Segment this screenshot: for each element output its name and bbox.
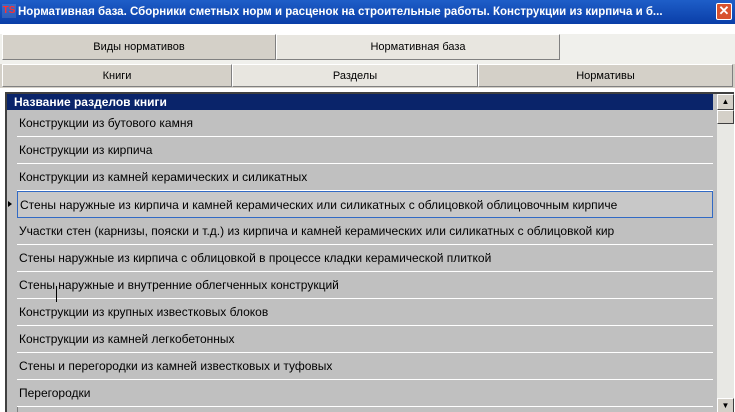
scroll-down-button[interactable]: ▼ — [717, 398, 734, 412]
tab-normativy[interactable]: Нормативы — [478, 64, 733, 87]
sub-tab-bar: Книги Разделы Нормативы — [0, 64, 735, 88]
tab-normativnaya-baza[interactable]: Нормативная база — [276, 34, 560, 60]
tab-label: Нормативы — [576, 70, 635, 82]
tab-label: Нормативная база — [370, 41, 466, 53]
scroll-thumb[interactable] — [717, 110, 734, 124]
current-row-pointer-icon — [8, 201, 12, 207]
sections-grid: Название разделов книги Конструкции из б… — [0, 90, 735, 412]
grid-row[interactable]: Конструкции из крупных известковых блоко… — [17, 299, 713, 326]
tab-label: Книги — [102, 70, 132, 82]
window-title: Нормативная база. Сборники сметных норм … — [18, 6, 663, 18]
grid-row[interactable]: Конструкции из камней легкобетонных — [17, 326, 713, 353]
tab-razdely[interactable]: Разделы — [232, 64, 478, 87]
grid-row[interactable]: Конструкции из кирпича — [17, 137, 713, 164]
text-cursor — [56, 286, 57, 302]
vertical-scrollbar[interactable]: ▲ ▼ — [717, 94, 734, 412]
grid-row[interactable]: Стены наружные из кирпича с облицовкой в… — [17, 245, 713, 272]
tab-knigi[interactable]: Книги — [2, 64, 232, 87]
grid-row[interactable]: Конструкции из бутового камня — [17, 110, 713, 137]
top-tab-bar: Виды нормативов Нормативная база — [0, 34, 735, 64]
scroll-up-button[interactable]: ▲ — [717, 94, 734, 110]
grid-row[interactable]: Стены наружные из кирпича и камней керам… — [17, 191, 713, 218]
app-icon: TS — [2, 4, 16, 18]
column-header[interactable]: Название разделов книги — [7, 94, 713, 110]
grid-row[interactable]: Перегородки — [17, 380, 713, 407]
grid-row[interactable]: Стены и перегородки из камней известковы… — [17, 353, 713, 380]
close-button[interactable]: ✕ — [716, 3, 732, 20]
tab-label: Виды нормативов — [93, 41, 185, 53]
grid-row[interactable]: Участки стен (карнизы, пояски и т.д.) из… — [17, 218, 713, 245]
tab-vidy-normativov[interactable]: Виды нормативов — [2, 34, 276, 60]
grid-row[interactable]: Конструкции из камней керамических и сил… — [17, 164, 713, 191]
grid-body: Название разделов книги Конструкции из б… — [5, 92, 734, 412]
title-bar: TS Нормативная база. Сборники сметных но… — [0, 0, 735, 24]
tab-label: Разделы — [332, 70, 378, 82]
grid-row[interactable]: Стены наружные и внутренние облегченных … — [17, 272, 713, 299]
